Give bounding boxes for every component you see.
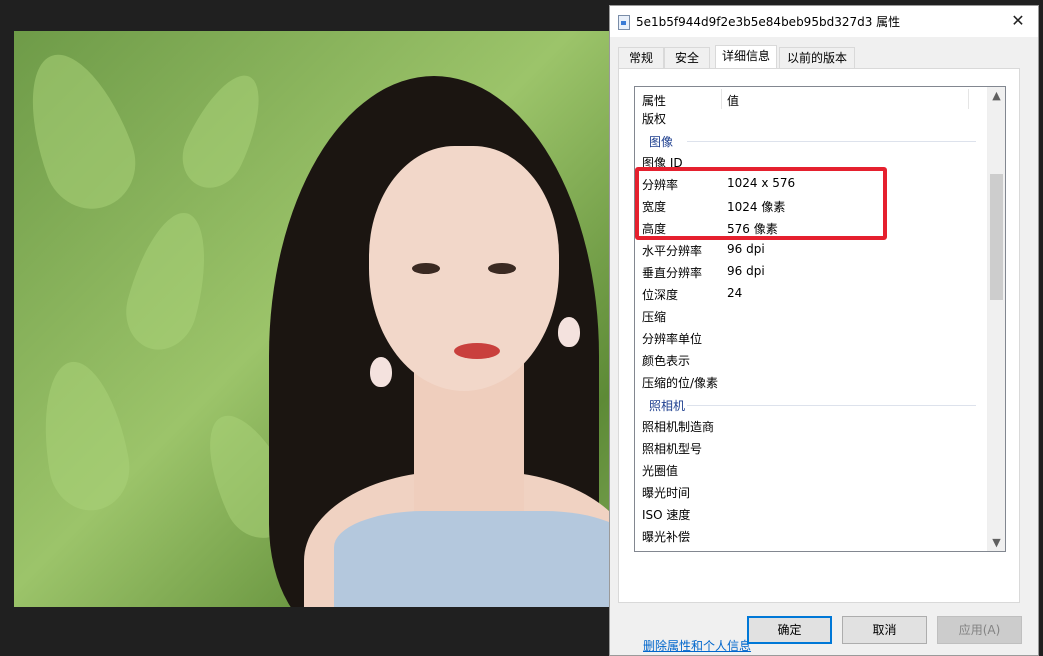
- scroll-thumb[interactable]: [990, 174, 1003, 300]
- property-value: 96 dpi: [727, 264, 765, 278]
- property-name: 压缩: [642, 310, 667, 324]
- apply-button[interactable]: 应用(A): [937, 616, 1022, 644]
- property-row[interactable]: 曝光补偿: [635, 525, 986, 547]
- property-name: 照相机型号: [642, 442, 703, 456]
- property-name: 压缩的位/像素: [642, 376, 719, 390]
- properties-dialog: 5e1b5f944d9f2e3b5e84beb95bd327d3 属性 ✕ 常规…: [609, 5, 1039, 656]
- property-row[interactable]: 分辨率单位: [635, 327, 986, 349]
- property-name: 水平分辨率: [642, 244, 703, 258]
- group-header[interactable]: 图像: [635, 129, 986, 151]
- property-value: 24: [727, 286, 743, 300]
- property-name: 曝光补偿: [642, 530, 691, 544]
- title-bar: 5e1b5f944d9f2e3b5e84beb95bd327d3 属性 ✕: [610, 6, 1038, 37]
- property-name: 颜色表示: [642, 354, 691, 368]
- property-row[interactable]: 版权: [635, 107, 986, 129]
- property-row[interactable]: 曝光时间: [635, 481, 986, 503]
- ok-button[interactable]: 确定: [747, 616, 832, 644]
- property-row[interactable]: 位深度 24: [635, 283, 986, 305]
- remove-properties-link[interactable]: 删除属性和个人信息: [643, 637, 751, 654]
- property-row[interactable]: 垂直分辨率 96 dpi: [635, 261, 986, 283]
- property-row[interactable]: 照相机型号: [635, 437, 986, 459]
- details-list[interactable]: 属性 值 版权 图像 图像 ID 分辨率 1024 x 576 宽度 1024 像素 高度 57…: [634, 86, 1006, 552]
- property-row[interactable]: ISO 速度: [635, 503, 986, 525]
- property-name: 曝光时间: [642, 486, 691, 500]
- tab-security[interactable]: 安全: [664, 47, 710, 68]
- tab-previous-versions[interactable]: 以前的版本: [779, 47, 855, 68]
- property-row[interactable]: 颜色表示: [635, 349, 986, 371]
- highlight-box: [635, 167, 887, 240]
- property-name: 照相机制造商: [642, 420, 715, 434]
- file-icon: [618, 15, 630, 30]
- property-name: 光圈值: [642, 464, 679, 478]
- vertical-scrollbar[interactable]: ▲ ▼: [987, 87, 1005, 551]
- property-row[interactable]: 光圈值: [635, 459, 986, 481]
- property-name: 分辨率单位: [642, 332, 703, 346]
- tab-general[interactable]: 常规: [618, 47, 664, 68]
- group-label: 图像: [649, 135, 674, 149]
- property-row[interactable]: 压缩的位/像素: [635, 371, 986, 393]
- group-label: 照相机: [649, 399, 686, 413]
- close-button[interactable]: ✕: [1008, 11, 1028, 31]
- window-title: 5e1b5f944d9f2e3b5e84beb95bd327d3 属性: [636, 15, 901, 29]
- property-name: ISO 速度: [642, 508, 691, 522]
- property-row[interactable]: 压缩: [635, 305, 986, 327]
- property-name: 版权: [642, 112, 667, 126]
- property-name: 垂直分辨率: [642, 266, 703, 280]
- cancel-button[interactable]: 取消: [842, 616, 927, 644]
- group-header[interactable]: 照相机: [635, 393, 986, 415]
- details-panel: 属性 值 版权 图像 图像 ID 分辨率 1024 x 576 宽度 1024 像素 高度 57…: [618, 68, 1020, 653]
- property-name: 位深度: [642, 288, 679, 302]
- scroll-up-icon[interactable]: ▲: [988, 87, 1005, 104]
- property-row[interactable]: 水平分辨率 96 dpi: [635, 239, 986, 261]
- scroll-down-icon[interactable]: ▼: [988, 534, 1005, 551]
- property-value: 96 dpi: [727, 242, 765, 256]
- tab-details[interactable]: 详细信息: [715, 45, 777, 69]
- property-row[interactable]: 照相机制造商: [635, 415, 986, 437]
